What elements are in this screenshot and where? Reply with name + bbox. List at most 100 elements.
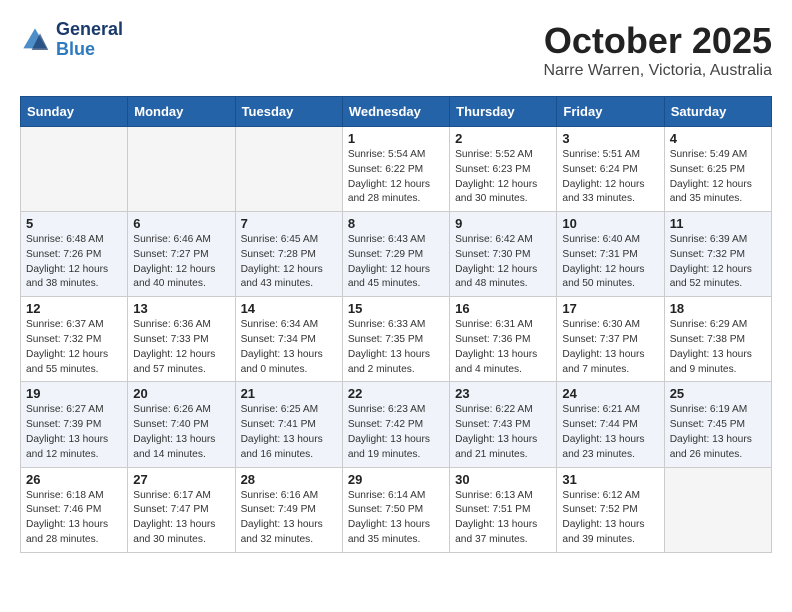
day-number: 6 bbox=[133, 216, 229, 231]
calendar-cell: 1 Sunrise: 5:54 AM Sunset: 6:22 PM Daylig… bbox=[342, 127, 449, 212]
calendar-cell bbox=[21, 127, 128, 212]
weekday-header-saturday: Saturday bbox=[664, 97, 771, 127]
calendar-cell bbox=[235, 127, 342, 212]
calendar-cell: 31Sunrise: 6:12 AM Sunset: 7:52 PM Dayli… bbox=[557, 467, 664, 552]
calendar-week-row: 19 Sunrise: 6:27 AM Sunset: 7:39 PM Dayli… bbox=[21, 382, 772, 467]
day-number: 30 bbox=[455, 472, 551, 487]
calendar-cell: 9 Sunrise: 6:42 AM Sunset: 7:30 PM Daylig… bbox=[450, 212, 557, 297]
day-number: 31 bbox=[562, 472, 658, 487]
day-info: Sunrise: 6:34 AM Sunset: 7:34 PM Dayligh… bbox=[241, 318, 337, 377]
day-info: Sunrise: 6:48 AM Sunset: 7:26 PM Dayligh… bbox=[26, 233, 122, 292]
day-info: Sunrise: 6:37 AM Sunset: 7:32 PM Dayligh… bbox=[26, 318, 122, 377]
calendar-subtitle: Narre Warren, Victoria, Australia bbox=[543, 62, 772, 80]
day-number: 25 bbox=[670, 386, 766, 401]
day-number: 14 bbox=[241, 301, 337, 316]
calendar-title: October 2025 bbox=[543, 20, 772, 62]
calendar-cell: 30 Sunrise: 6:13 AM Sunset: 7:51 PM Dayli… bbox=[450, 467, 557, 552]
day-number: 5 bbox=[26, 216, 122, 231]
day-info: Sunrise: 6:13 AM Sunset: 7:51 PM Dayligh… bbox=[455, 489, 551, 548]
calendar-week-row: 12 Sunrise: 6:37 AM Sunset: 7:32 PM Dayli… bbox=[21, 297, 772, 382]
calendar-cell: 3 Sunrise: 5:51 AM Sunset: 6:24 PM Daylig… bbox=[557, 127, 664, 212]
day-number: 17 bbox=[562, 301, 658, 316]
day-number: 12 bbox=[26, 301, 122, 316]
day-number: 21 bbox=[241, 386, 337, 401]
weekday-header-thursday: Thursday bbox=[450, 97, 557, 127]
day-info: Sunrise: 6:31 AM Sunset: 7:36 PM Dayligh… bbox=[455, 318, 551, 377]
day-info: Sunrise: 6:25 AM Sunset: 7:41 PM Dayligh… bbox=[241, 403, 337, 462]
day-info: Sunrise: 6:36 AM Sunset: 7:33 PM Dayligh… bbox=[133, 318, 229, 377]
calendar-cell: 29Sunrise: 6:14 AM Sunset: 7:50 PM Dayli… bbox=[342, 467, 449, 552]
day-info: Sunrise: 5:51 AM Sunset: 6:24 PM Dayligh… bbox=[562, 148, 658, 207]
day-info: Sunrise: 6:22 AM Sunset: 7:43 PM Dayligh… bbox=[455, 403, 551, 462]
calendar-cell: 22 Sunrise: 6:23 AM Sunset: 7:42 PM Dayli… bbox=[342, 382, 449, 467]
title-block: October 2025 Narre Warren, Victoria, Aus… bbox=[543, 20, 772, 80]
logo-text: General Blue bbox=[56, 20, 123, 60]
day-info: Sunrise: 6:27 AM Sunset: 7:39 PM Dayligh… bbox=[26, 403, 122, 462]
calendar-cell: 27 Sunrise: 6:17 AM Sunset: 7:47 PM Dayli… bbox=[128, 467, 235, 552]
calendar-cell: 10 Sunrise: 6:40 AM Sunset: 7:31 PM Dayli… bbox=[557, 212, 664, 297]
calendar-cell: 2 Sunrise: 5:52 AM Sunset: 6:23 PM Daylig… bbox=[450, 127, 557, 212]
day-info: Sunrise: 6:21 AM Sunset: 7:44 PM Dayligh… bbox=[562, 403, 658, 462]
day-info: Sunrise: 6:46 AM Sunset: 7:27 PM Dayligh… bbox=[133, 233, 229, 292]
calendar-cell: 5 Sunrise: 6:48 AM Sunset: 7:26 PM Daylig… bbox=[21, 212, 128, 297]
calendar-cell: 20Sunrise: 6:26 AM Sunset: 7:40 PM Dayli… bbox=[128, 382, 235, 467]
calendar-cell: 13Sunrise: 6:36 AM Sunset: 7:33 PM Dayli… bbox=[128, 297, 235, 382]
logo: General Blue bbox=[20, 20, 123, 60]
calendar-cell: 24Sunrise: 6:21 AM Sunset: 7:44 PM Dayli… bbox=[557, 382, 664, 467]
day-info: Sunrise: 6:33 AM Sunset: 7:35 PM Dayligh… bbox=[348, 318, 444, 377]
day-info: Sunrise: 6:29 AM Sunset: 7:38 PM Dayligh… bbox=[670, 318, 766, 377]
day-number: 26 bbox=[26, 472, 122, 487]
day-number: 19 bbox=[26, 386, 122, 401]
day-info: Sunrise: 6:18 AM Sunset: 7:46 PM Dayligh… bbox=[26, 489, 122, 548]
weekday-header-tuesday: Tuesday bbox=[235, 97, 342, 127]
calendar-cell: 15Sunrise: 6:33 AM Sunset: 7:35 PM Dayli… bbox=[342, 297, 449, 382]
day-info: Sunrise: 5:49 AM Sunset: 6:25 PM Dayligh… bbox=[670, 148, 766, 207]
weekday-header-monday: Monday bbox=[128, 97, 235, 127]
day-number: 18 bbox=[670, 301, 766, 316]
day-info: Sunrise: 6:39 AM Sunset: 7:32 PM Dayligh… bbox=[670, 233, 766, 292]
day-info: Sunrise: 6:40 AM Sunset: 7:31 PM Dayligh… bbox=[562, 233, 658, 292]
day-number: 1 bbox=[348, 131, 444, 146]
day-number: 27 bbox=[133, 472, 229, 487]
day-info: Sunrise: 6:19 AM Sunset: 7:45 PM Dayligh… bbox=[670, 403, 766, 462]
day-number: 22 bbox=[348, 386, 444, 401]
day-number: 29 bbox=[348, 472, 444, 487]
day-number: 10 bbox=[562, 216, 658, 231]
calendar-cell: 14 Sunrise: 6:34 AM Sunset: 7:34 PM Dayli… bbox=[235, 297, 342, 382]
calendar-cell: 7 Sunrise: 6:45 AM Sunset: 7:28 PM Daylig… bbox=[235, 212, 342, 297]
day-number: 9 bbox=[455, 216, 551, 231]
calendar-cell: 25 Sunrise: 6:19 AM Sunset: 7:45 PM Dayli… bbox=[664, 382, 771, 467]
day-number: 11 bbox=[670, 216, 766, 231]
calendar-week-row: 5 Sunrise: 6:48 AM Sunset: 7:26 PM Daylig… bbox=[21, 212, 772, 297]
day-number: 4 bbox=[670, 131, 766, 146]
day-info: Sunrise: 6:23 AM Sunset: 7:42 PM Dayligh… bbox=[348, 403, 444, 462]
day-info: Sunrise: 5:54 AM Sunset: 6:22 PM Dayligh… bbox=[348, 148, 444, 207]
calendar-cell: 16Sunrise: 6:31 AM Sunset: 7:36 PM Dayli… bbox=[450, 297, 557, 382]
calendar-cell: 26 Sunrise: 6:18 AM Sunset: 7:46 PM Dayli… bbox=[21, 467, 128, 552]
day-number: 2 bbox=[455, 131, 551, 146]
calendar-week-row: 26 Sunrise: 6:18 AM Sunset: 7:46 PM Dayli… bbox=[21, 467, 772, 552]
day-info: Sunrise: 6:17 AM Sunset: 7:47 PM Dayligh… bbox=[133, 489, 229, 548]
day-number: 3 bbox=[562, 131, 658, 146]
day-info: Sunrise: 5:52 AM Sunset: 6:23 PM Dayligh… bbox=[455, 148, 551, 207]
day-info: Sunrise: 6:42 AM Sunset: 7:30 PM Dayligh… bbox=[455, 233, 551, 292]
calendar-cell: 28Sunrise: 6:16 AM Sunset: 7:49 PM Dayli… bbox=[235, 467, 342, 552]
day-info: Sunrise: 6:45 AM Sunset: 7:28 PM Dayligh… bbox=[241, 233, 337, 292]
day-number: 20 bbox=[133, 386, 229, 401]
calendar-cell: 19 Sunrise: 6:27 AM Sunset: 7:39 PM Dayli… bbox=[21, 382, 128, 467]
day-number: 8 bbox=[348, 216, 444, 231]
day-number: 7 bbox=[241, 216, 337, 231]
logo-icon bbox=[20, 25, 50, 55]
weekday-header-row: SundayMondayTuesdayWednesdayThursdayFrid… bbox=[21, 97, 772, 127]
day-number: 28 bbox=[241, 472, 337, 487]
weekday-header-wednesday: Wednesday bbox=[342, 97, 449, 127]
calendar-cell: 4 Sunrise: 5:49 AM Sunset: 6:25 PM Daylig… bbox=[664, 127, 771, 212]
calendar-cell bbox=[128, 127, 235, 212]
calendar-cell: 11 Sunrise: 6:39 AM Sunset: 7:32 PM Dayli… bbox=[664, 212, 771, 297]
calendar-cell: 8Sunrise: 6:43 AM Sunset: 7:29 PM Daylig… bbox=[342, 212, 449, 297]
calendar-cell bbox=[664, 467, 771, 552]
calendar-cell: 12 Sunrise: 6:37 AM Sunset: 7:32 PM Dayli… bbox=[21, 297, 128, 382]
calendar-cell: 6 Sunrise: 6:46 AM Sunset: 7:27 PM Daylig… bbox=[128, 212, 235, 297]
calendar-table: SundayMondayTuesdayWednesdayThursdayFrid… bbox=[20, 96, 772, 553]
calendar-cell: 17Sunrise: 6:30 AM Sunset: 7:37 PM Dayli… bbox=[557, 297, 664, 382]
